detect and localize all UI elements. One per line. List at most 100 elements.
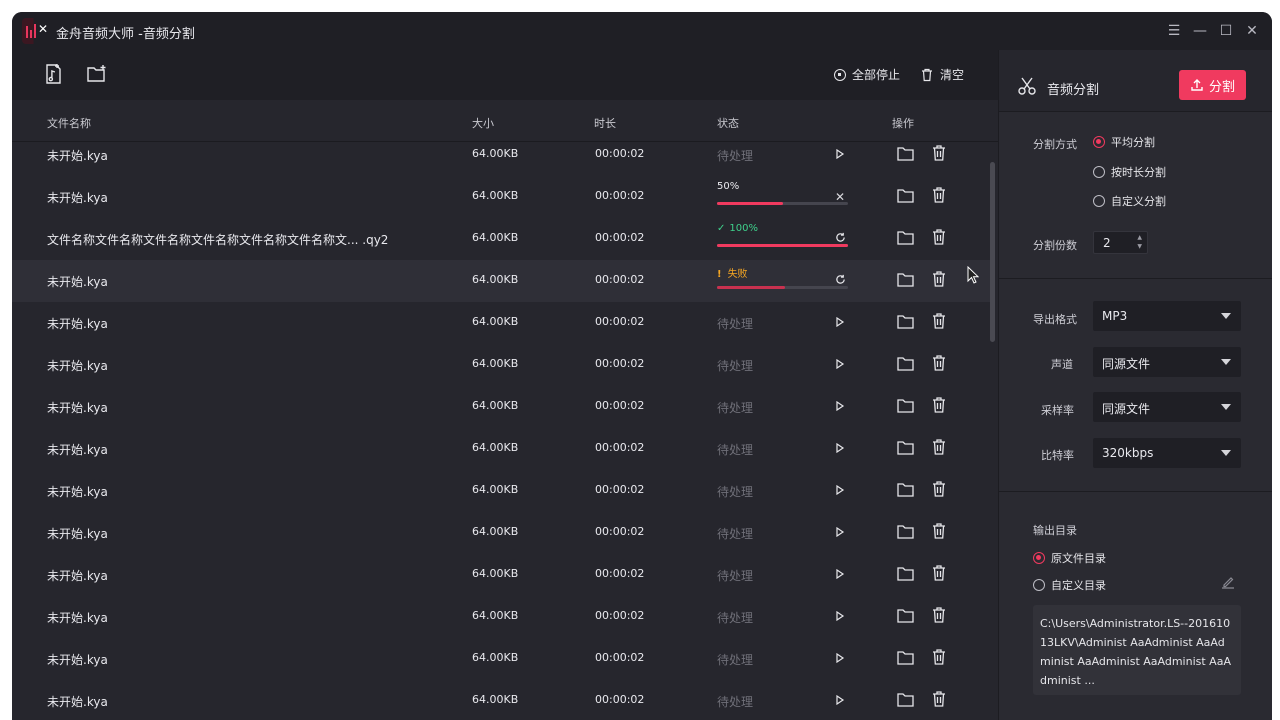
retry-icon[interactable] xyxy=(832,273,848,289)
table-row[interactable]: 未开始.kya 64.00KB 00:00:02 待处理 xyxy=(12,638,992,680)
file-duration: 00:00:02 xyxy=(595,315,645,328)
table-row[interactable]: 文件名称文件名称文件名称文件名称文件名称文件名称文... .qy2 64.00KB… xyxy=(12,218,992,260)
open-folder-icon[interactable] xyxy=(897,650,914,668)
play-icon[interactable] xyxy=(832,609,848,625)
stepper-up-icon[interactable]: ▲ xyxy=(1137,234,1142,241)
play-icon[interactable] xyxy=(832,651,848,667)
open-folder-icon[interactable] xyxy=(897,692,914,710)
header-name[interactable]: 文件名称 xyxy=(47,115,91,131)
table-row[interactable]: 未开始.kya 64.00KB 00:00:02 50% ✕ xyxy=(12,176,992,218)
table-row[interactable]: 未开始.kya 64.00KB 00:00:02 待处理 xyxy=(12,302,992,344)
list-scrollbar[interactable] xyxy=(990,162,995,342)
open-folder-icon[interactable] xyxy=(897,272,914,290)
delete-icon[interactable] xyxy=(932,649,946,668)
split-button[interactable]: 分割 xyxy=(1179,70,1246,100)
split-count-stepper[interactable]: 2 ▲ ▼ xyxy=(1093,231,1148,254)
play-icon[interactable] xyxy=(832,693,848,709)
delete-icon[interactable] xyxy=(932,565,946,584)
bitrate-select[interactable]: 320kbps xyxy=(1093,438,1241,468)
file-duration: 00:00:02 xyxy=(595,189,645,202)
table-row[interactable]: 未开始.kya 64.00KB 00:00:02 待处理 xyxy=(12,554,992,596)
format-select[interactable]: MP3 xyxy=(1093,301,1241,331)
play-icon[interactable] xyxy=(832,315,848,331)
split-mode-label: 分割方式 xyxy=(1033,138,1077,151)
status-text: 待处理 xyxy=(717,443,754,457)
play-icon[interactable] xyxy=(832,483,848,499)
play-icon[interactable] xyxy=(832,357,848,373)
file-duration: 00:00:02 xyxy=(595,693,645,706)
open-folder-icon[interactable] xyxy=(897,482,914,500)
table-row[interactable]: 未开始.kya 64.00KB 00:00:02 待处理 xyxy=(12,344,992,386)
delete-icon[interactable] xyxy=(932,439,946,458)
delete-icon[interactable] xyxy=(932,607,946,626)
split-count-value: 2 xyxy=(1103,236,1111,250)
app-window: ✕ 金舟音频大师 -音频分割 ☰ — ☐ ✕ 全部停止 清空 文件名称 大小 时… xyxy=(12,12,1272,720)
clear-button[interactable]: 清空 xyxy=(920,66,964,83)
samplerate-select[interactable]: 同源文件 xyxy=(1093,392,1241,422)
delete-icon[interactable] xyxy=(932,271,946,290)
app-logo-icon: ✕ xyxy=(22,18,48,44)
table-row[interactable]: 未开始.kya 64.00KB 00:00:02 待处理 xyxy=(12,386,992,428)
bitrate-label: 比特率 xyxy=(1041,449,1074,462)
cancel-icon[interactable]: ✕ xyxy=(832,189,848,205)
edit-icon[interactable] xyxy=(1221,575,1235,589)
open-folder-icon[interactable] xyxy=(897,146,914,164)
table-row[interactable]: 未开始.kya 64.00KB 00:00:02 待处理 xyxy=(12,512,992,554)
radio-average-split[interactable]: 平均分割 xyxy=(1093,134,1155,150)
stop-all-button[interactable]: 全部停止 xyxy=(834,66,900,83)
file-name: 未开始.kya xyxy=(47,401,108,415)
file-name: 未开始.kya xyxy=(47,695,108,709)
file-size: 64.00KB xyxy=(472,273,519,286)
delete-icon[interactable] xyxy=(932,481,946,500)
radio-custom-dir[interactable]: 自定义目录 xyxy=(1033,577,1106,593)
open-folder-icon[interactable] xyxy=(897,608,914,626)
stepper-down-icon[interactable]: ▼ xyxy=(1137,243,1142,250)
delete-icon[interactable] xyxy=(932,397,946,416)
radio-duration-split[interactable]: 按时长分割 xyxy=(1093,164,1166,180)
open-folder-icon[interactable] xyxy=(897,524,914,542)
open-folder-icon[interactable] xyxy=(897,566,914,584)
add-music-file-icon[interactable] xyxy=(42,62,66,86)
play-icon[interactable] xyxy=(832,525,848,541)
open-folder-icon[interactable] xyxy=(897,398,914,416)
table-row[interactable]: 未开始.kya 64.00KB 00:00:02 待处理 xyxy=(12,428,992,470)
close-icon[interactable]: ✕ xyxy=(1241,20,1263,42)
delete-icon[interactable] xyxy=(932,145,946,164)
radio-source-dir[interactable]: 原文件目录 xyxy=(1033,550,1106,566)
table-row[interactable]: 未开始.kya 64.00KB 00:00:02! 失败 xyxy=(12,260,992,302)
menu-icon[interactable]: ☰ xyxy=(1163,20,1185,42)
open-folder-icon[interactable] xyxy=(897,188,914,206)
maximize-icon[interactable]: ☐ xyxy=(1215,20,1237,42)
play-icon[interactable] xyxy=(832,567,848,583)
open-folder-icon[interactable] xyxy=(897,440,914,458)
minimize-icon[interactable]: — xyxy=(1189,20,1211,42)
delete-icon[interactable] xyxy=(932,313,946,332)
play-icon[interactable] xyxy=(832,399,848,415)
header-size[interactable]: 大小 xyxy=(472,115,494,131)
open-folder-icon[interactable] xyxy=(897,230,914,248)
open-folder-icon[interactable] xyxy=(897,314,914,332)
delete-icon[interactable] xyxy=(932,691,946,710)
table-row[interactable]: 未开始.kya 64.00KB 00:00:02 待处理 xyxy=(12,142,992,176)
header-duration[interactable]: 时长 xyxy=(594,115,616,131)
open-folder-icon[interactable] xyxy=(897,356,914,374)
table-row[interactable]: 未开始.kya 64.00KB 00:00:02 待处理 xyxy=(12,596,992,638)
delete-icon[interactable] xyxy=(932,355,946,374)
table-row[interactable]: 未开始.kya 64.00KB 00:00:02 待处理 xyxy=(12,680,992,720)
add-folder-icon[interactable] xyxy=(85,62,109,86)
table-row[interactable]: 未开始.kya 64.00KB 00:00:02 待处理 xyxy=(12,470,992,512)
radio-custom-split[interactable]: 自定义分割 xyxy=(1093,193,1166,209)
status-text: 失败 xyxy=(727,269,748,280)
file-duration: 00:00:02 xyxy=(595,231,645,244)
channel-select[interactable]: 同源文件 xyxy=(1093,347,1241,377)
caret-down-icon xyxy=(1221,359,1231,365)
delete-icon[interactable] xyxy=(932,229,946,248)
play-icon[interactable] xyxy=(832,147,848,163)
file-size: 64.00KB xyxy=(472,693,519,706)
delete-icon[interactable] xyxy=(932,523,946,542)
file-size: 64.00KB xyxy=(472,399,519,412)
delete-icon[interactable] xyxy=(932,187,946,206)
play-icon[interactable] xyxy=(832,441,848,457)
retry-icon[interactable] xyxy=(832,231,848,247)
file-size: 64.00KB xyxy=(472,315,519,328)
